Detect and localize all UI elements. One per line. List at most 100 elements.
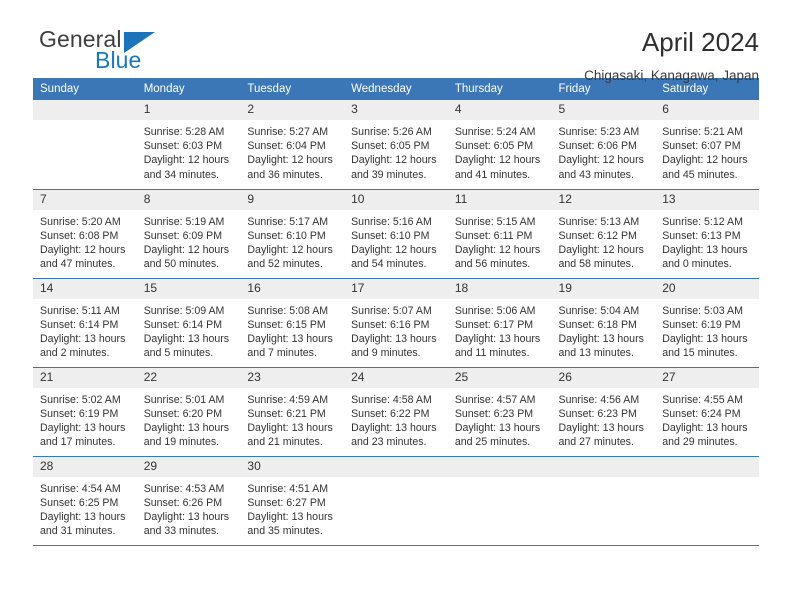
day-cell-content: 14 Sunrise: 5:11 AM Sunset: 6:14 PM Dayligh… bbox=[33, 278, 137, 367]
weekday-header-sunday: Sunday bbox=[33, 78, 137, 100]
calendar-day-cell[interactable]: 29 Sunrise: 4:53 AM Sunset: 6:26 PM Dayligh… bbox=[136, 456, 241, 546]
calendar-day-cell[interactable] bbox=[33, 100, 137, 190]
sunset-text: Sunset: 6:14 PM bbox=[40, 318, 119, 331]
day-number: 10 bbox=[344, 189, 448, 210]
sunrise-text: Sunrise: 5:26 AM bbox=[351, 126, 432, 138]
sunrise-text: Sunrise: 5:08 AM bbox=[247, 304, 329, 317]
sunset-text: Sunset: 6:05 PM bbox=[454, 140, 534, 153]
calendar-day-cell[interactable]: 11 Sunrise: 5:15 AM Sunset: 6:11 PM Dayligh… bbox=[447, 189, 552, 279]
daylight-text-cont: and 50 minutes. bbox=[143, 258, 220, 271]
calendar-day-cell[interactable]: 14 Sunrise: 5:11 AM Sunset: 6:14 PM Dayligh… bbox=[33, 278, 137, 368]
day-number: 11 bbox=[447, 189, 552, 210]
daylight-text-cont: and 35 minutes. bbox=[247, 525, 323, 538]
calendar-day-cell[interactable]: 10 Sunrise: 5:16 AM Sunset: 6:10 PM Dayligh… bbox=[344, 189, 448, 279]
sunrise-text: Sunrise: 5:12 AM bbox=[662, 215, 743, 228]
calendar-day-cell[interactable]: 20 Sunrise: 5:03 AM Sunset: 6:19 PM Dayligh… bbox=[655, 278, 759, 368]
calendar-week-row: 1 Sunrise: 5:28 AM Sunset: 6:03 PM Daylight… bbox=[33, 100, 759, 190]
day-number: 2 bbox=[240, 100, 345, 120]
day-cell-content bbox=[33, 100, 137, 189]
daylight-text-cont: and 11 minutes. bbox=[454, 347, 530, 360]
calendar-day-cell[interactable] bbox=[344, 456, 448, 546]
sunrise-text: Sunrise: 4:56 AM bbox=[558, 393, 640, 406]
day-details: Sunrise: 4:58 AM Sunset: 6:22 PM Daylight:… bbox=[344, 388, 448, 450]
daylight-text: Daylight: 12 hours bbox=[247, 154, 333, 167]
sunrise-text: Sunrise: 5:06 AM bbox=[454, 304, 536, 317]
day-details: Sunrise: 5:21 AM Sunset: 6:07 PM Daylight:… bbox=[655, 120, 759, 182]
calendar-day-cell[interactable]: 16 Sunrise: 5:08 AM Sunset: 6:15 PM Dayligh… bbox=[240, 278, 345, 368]
calendar-day-cell[interactable]: 17 Sunrise: 5:07 AM Sunset: 6:16 PM Dayligh… bbox=[344, 278, 448, 368]
sunrise-text: Sunrise: 5:21 AM bbox=[662, 126, 743, 138]
day-number: 21 bbox=[33, 367, 137, 388]
day-number: 12 bbox=[551, 189, 656, 210]
calendar-day-cell[interactable] bbox=[447, 456, 552, 546]
sunrise-text: Sunrise: 5:13 AM bbox=[558, 215, 640, 228]
sunrise-text: Sunrise: 5:16 AM bbox=[351, 215, 432, 228]
day-details: Sunrise: 5:13 AM Sunset: 6:12 PM Daylight:… bbox=[552, 210, 656, 272]
calendar-day-cell[interactable]: 9 Sunrise: 5:17 AM Sunset: 6:10 PM Daylight… bbox=[240, 189, 345, 279]
day-number bbox=[447, 456, 552, 477]
day-details: Sunrise: 5:27 AM Sunset: 6:04 PM Daylight:… bbox=[240, 120, 344, 182]
day-details: Sunrise: 5:15 AM Sunset: 6:11 PM Daylight:… bbox=[448, 210, 552, 272]
calendar-day-cell[interactable]: 21 Sunrise: 5:02 AM Sunset: 6:19 PM Dayligh… bbox=[33, 367, 137, 457]
daylight-text-cont: and 47 minutes. bbox=[40, 258, 116, 271]
daylight-text: Daylight: 12 hours bbox=[454, 243, 541, 256]
day-number: 4 bbox=[447, 100, 552, 120]
sunset-text: Sunset: 6:13 PM bbox=[662, 229, 741, 242]
calendar-day-cell[interactable]: 6 Sunrise: 5:21 AM Sunset: 6:07 PM Daylight… bbox=[655, 100, 759, 190]
day-number: 27 bbox=[655, 367, 759, 388]
day-details: Sunrise: 5:06 AM Sunset: 6:17 PM Daylight:… bbox=[448, 299, 552, 361]
daylight-text: Daylight: 13 hours bbox=[40, 332, 126, 345]
calendar-day-cell[interactable]: 19 Sunrise: 5:04 AM Sunset: 6:18 PM Dayligh… bbox=[551, 278, 656, 368]
day-cell-content bbox=[447, 456, 552, 545]
calendar-day-cell[interactable]: 30 Sunrise: 4:51 AM Sunset: 6:27 PM Dayligh… bbox=[240, 456, 345, 546]
day-details: Sunrise: 4:57 AM Sunset: 6:23 PM Daylight:… bbox=[448, 388, 552, 450]
daylight-text-cont: and 36 minutes. bbox=[247, 168, 323, 181]
title-block: April 2024 Chigasaki, Kanagawa, Japan bbox=[584, 26, 759, 83]
calendar-day-cell[interactable]: 5 Sunrise: 5:23 AM Sunset: 6:06 PM Daylight… bbox=[551, 100, 656, 190]
day-details: Sunrise: 5:01 AM Sunset: 6:20 PM Daylight:… bbox=[137, 388, 241, 450]
calendar-day-cell[interactable]: 3 Sunrise: 5:26 AM Sunset: 6:05 PM Daylight… bbox=[344, 100, 448, 190]
calendar-day-cell[interactable] bbox=[551, 456, 656, 546]
calendar-day-cell[interactable]: 24 Sunrise: 4:58 AM Sunset: 6:22 PM Dayligh… bbox=[344, 367, 448, 457]
calendar-day-cell[interactable]: 13 Sunrise: 5:12 AM Sunset: 6:13 PM Dayligh… bbox=[655, 189, 759, 279]
daylight-text: Daylight: 13 hours bbox=[247, 421, 333, 434]
calendar-day-cell[interactable]: 18 Sunrise: 5:06 AM Sunset: 6:17 PM Dayligh… bbox=[447, 278, 552, 368]
daylight-text: Daylight: 12 hours bbox=[143, 154, 230, 167]
sunset-text: Sunset: 6:12 PM bbox=[558, 229, 637, 242]
day-cell-content: 30 Sunrise: 4:51 AM Sunset: 6:27 PM Dayligh… bbox=[240, 456, 345, 545]
sunrise-text: Sunrise: 5:11 AM bbox=[40, 304, 120, 317]
calendar-day-cell[interactable]: 8 Sunrise: 5:19 AM Sunset: 6:09 PM Daylight… bbox=[136, 189, 241, 279]
calendar-day-cell[interactable]: 22 Sunrise: 5:01 AM Sunset: 6:20 PM Dayligh… bbox=[136, 367, 241, 457]
calendar-day-cell[interactable]: 27 Sunrise: 4:55 AM Sunset: 6:24 PM Dayligh… bbox=[655, 367, 759, 457]
calendar-day-cell[interactable]: 7 Sunrise: 5:20 AM Sunset: 6:08 PM Daylight… bbox=[33, 189, 137, 279]
calendar-day-cell[interactable] bbox=[655, 456, 759, 546]
calendar-day-cell[interactable]: 12 Sunrise: 5:13 AM Sunset: 6:12 PM Dayligh… bbox=[551, 189, 656, 279]
calendar-day-cell[interactable]: 25 Sunrise: 4:57 AM Sunset: 6:23 PM Dayligh… bbox=[447, 367, 552, 457]
daylight-text: Daylight: 12 hours bbox=[351, 154, 437, 167]
day-cell-content bbox=[655, 456, 759, 545]
day-details: Sunrise: 5:20 AM Sunset: 6:08 PM Daylight:… bbox=[33, 210, 137, 272]
calendar-day-cell[interactable]: 1 Sunrise: 5:28 AM Sunset: 6:03 PM Daylight… bbox=[136, 100, 241, 190]
day-details: Sunrise: 5:03 AM Sunset: 6:19 PM Daylight:… bbox=[655, 299, 759, 361]
day-number: 8 bbox=[136, 189, 241, 210]
sunrise-text: Sunrise: 5:24 AM bbox=[454, 126, 536, 138]
calendar-day-cell[interactable]: 2 Sunrise: 5:27 AM Sunset: 6:04 PM Daylight… bbox=[240, 100, 345, 190]
sunset-text: Sunset: 6:23 PM bbox=[454, 407, 534, 420]
sunset-text: Sunset: 6:27 PM bbox=[247, 496, 326, 509]
calendar-day-cell[interactable]: 15 Sunrise: 5:09 AM Sunset: 6:14 PM Dayligh… bbox=[136, 278, 241, 368]
sunset-text: Sunset: 6:25 PM bbox=[40, 496, 119, 509]
daylight-text-cont: and 2 minutes. bbox=[40, 347, 110, 360]
sunset-text: Sunset: 6:17 PM bbox=[454, 318, 534, 331]
day-number: 24 bbox=[344, 367, 448, 388]
sunrise-text: Sunrise: 5:28 AM bbox=[143, 126, 225, 138]
calendar-day-cell[interactable]: 28 Sunrise: 4:54 AM Sunset: 6:25 PM Dayligh… bbox=[33, 456, 137, 546]
day-cell-content bbox=[344, 456, 448, 545]
calendar-day-cell[interactable]: 26 Sunrise: 4:56 AM Sunset: 6:23 PM Dayligh… bbox=[551, 367, 656, 457]
brand-logo[interactable]: General Blue bbox=[33, 26, 183, 78]
daylight-text: Daylight: 12 hours bbox=[662, 154, 748, 167]
day-details: Sunrise: 5:04 AM Sunset: 6:18 PM Daylight:… bbox=[552, 299, 656, 361]
calendar-day-cell[interactable]: 23 Sunrise: 4:59 AM Sunset: 6:21 PM Dayligh… bbox=[240, 367, 345, 457]
sunrise-text: Sunrise: 5:27 AM bbox=[247, 126, 329, 138]
calendar-day-cell[interactable]: 4 Sunrise: 5:24 AM Sunset: 6:05 PM Daylight… bbox=[447, 100, 552, 190]
sunset-text: Sunset: 6:06 PM bbox=[558, 140, 637, 153]
